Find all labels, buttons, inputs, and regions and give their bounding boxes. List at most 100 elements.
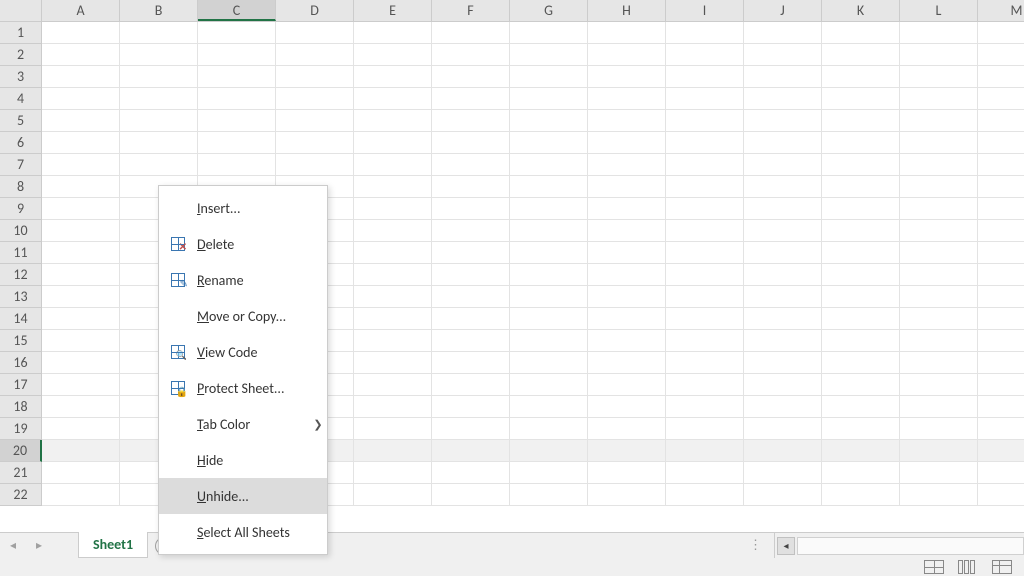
scroll-track[interactable] — [797, 537, 1024, 555]
cell[interactable] — [42, 264, 120, 286]
cell[interactable] — [744, 110, 822, 132]
cell[interactable] — [42, 198, 120, 220]
cell[interactable] — [588, 352, 666, 374]
cell[interactable] — [822, 440, 900, 462]
cell[interactable] — [276, 88, 354, 110]
row-header[interactable]: 12 — [0, 264, 42, 286]
cell[interactable] — [276, 22, 354, 44]
cell[interactable] — [354, 484, 432, 506]
cell[interactable] — [42, 352, 120, 374]
cell[interactable] — [588, 198, 666, 220]
cell[interactable] — [744, 132, 822, 154]
horizontal-scrollbar[interactable]: ◂ — [774, 533, 1024, 558]
cell[interactable] — [432, 22, 510, 44]
view-normal-icon[interactable] — [924, 560, 944, 574]
cell[interactable] — [510, 396, 588, 418]
cell[interactable] — [666, 286, 744, 308]
cell[interactable] — [744, 396, 822, 418]
cell[interactable] — [42, 22, 120, 44]
cell[interactable] — [588, 418, 666, 440]
cell[interactable] — [510, 66, 588, 88]
cell[interactable] — [822, 396, 900, 418]
cell[interactable] — [978, 66, 1024, 88]
cell[interactable] — [276, 44, 354, 66]
cell[interactable] — [744, 440, 822, 462]
cell[interactable] — [42, 440, 120, 462]
column-header[interactable]: F — [432, 0, 510, 21]
row-header[interactable]: 13 — [0, 286, 42, 308]
menu-item-delete[interactable]: ✕Delete — [159, 226, 327, 262]
row-header[interactable]: 6 — [0, 132, 42, 154]
cell[interactable] — [666, 264, 744, 286]
cell[interactable] — [666, 374, 744, 396]
tab-nav-prev[interactable]: ◂ — [0, 533, 26, 558]
menu-item-selectall[interactable]: Select All Sheets — [159, 514, 327, 550]
cell[interactable] — [900, 396, 978, 418]
cell[interactable] — [510, 242, 588, 264]
cell[interactable] — [432, 286, 510, 308]
cell[interactable] — [666, 88, 744, 110]
cell[interactable] — [510, 88, 588, 110]
cell[interactable] — [822, 176, 900, 198]
cell[interactable] — [822, 264, 900, 286]
cell[interactable] — [900, 374, 978, 396]
cell[interactable] — [900, 418, 978, 440]
cell[interactable] — [510, 220, 588, 242]
cell[interactable] — [354, 396, 432, 418]
cell[interactable] — [354, 132, 432, 154]
cell[interactable] — [42, 176, 120, 198]
cell[interactable] — [978, 88, 1024, 110]
row-header[interactable]: 5 — [0, 110, 42, 132]
grid-body[interactable]: 12345678910111213141516171819202122 — [0, 22, 1024, 532]
cell[interactable] — [978, 440, 1024, 462]
cell[interactable] — [276, 66, 354, 88]
cell[interactable] — [432, 462, 510, 484]
cell[interactable] — [744, 330, 822, 352]
menu-item-hide[interactable]: Hide — [159, 442, 327, 478]
cell[interactable] — [42, 286, 120, 308]
menu-item-viewcode[interactable]: 🔍View Code — [159, 334, 327, 370]
cell[interactable] — [900, 154, 978, 176]
cell[interactable] — [354, 418, 432, 440]
cell[interactable] — [666, 242, 744, 264]
cell[interactable] — [588, 308, 666, 330]
cell[interactable] — [354, 374, 432, 396]
column-header[interactable]: G — [510, 0, 588, 21]
cell[interactable] — [588, 440, 666, 462]
cell[interactable] — [432, 110, 510, 132]
row-header[interactable]: 8 — [0, 176, 42, 198]
column-header[interactable]: D — [276, 0, 354, 21]
cell[interactable] — [822, 286, 900, 308]
cell[interactable] — [978, 396, 1024, 418]
cell[interactable] — [432, 220, 510, 242]
column-header[interactable]: B — [120, 0, 198, 21]
cell[interactable] — [744, 220, 822, 242]
cell[interactable] — [432, 330, 510, 352]
cell[interactable] — [978, 110, 1024, 132]
cell[interactable] — [978, 374, 1024, 396]
row-header[interactable]: 3 — [0, 66, 42, 88]
cell[interactable] — [978, 286, 1024, 308]
cell[interactable] — [900, 352, 978, 374]
cell[interactable] — [588, 462, 666, 484]
cell[interactable] — [198, 88, 276, 110]
cell[interactable] — [354, 242, 432, 264]
cell[interactable] — [510, 330, 588, 352]
cell[interactable] — [42, 242, 120, 264]
cell[interactable] — [978, 352, 1024, 374]
cell[interactable] — [666, 330, 744, 352]
cell[interactable] — [432, 264, 510, 286]
row-header[interactable]: 15 — [0, 330, 42, 352]
cell[interactable] — [198, 22, 276, 44]
cell[interactable] — [666, 308, 744, 330]
tab-nav-next[interactable]: ▸ — [26, 533, 52, 558]
column-header[interactable]: L — [900, 0, 978, 21]
cell[interactable] — [120, 88, 198, 110]
cell[interactable] — [900, 242, 978, 264]
cell[interactable] — [354, 66, 432, 88]
cell[interactable] — [978, 44, 1024, 66]
cell[interactable] — [42, 66, 120, 88]
cell[interactable] — [822, 308, 900, 330]
cell[interactable] — [822, 88, 900, 110]
cell[interactable] — [432, 176, 510, 198]
